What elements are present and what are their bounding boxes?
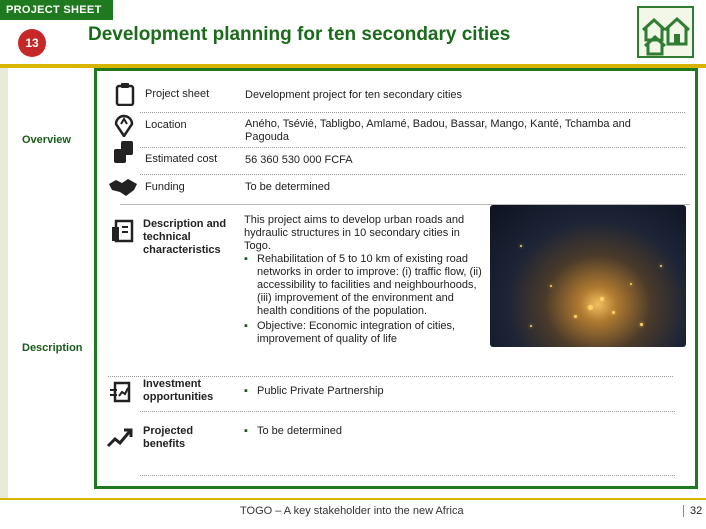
sheet-number-badge: 13 [18,29,46,57]
value-project-sheet: Development project for ten secondary ci… [245,89,463,101]
row-divider [108,376,673,377]
left-margin-strip [0,68,8,498]
value-funding: To be determined [245,181,330,193]
label-projected-benefits: Projected benefits [143,425,194,450]
row-divider [140,411,675,412]
page-number: 32 [683,505,702,517]
project-sheet-tag: PROJECT SHEET [0,0,113,20]
document-chart-icon [108,380,134,404]
investment-value: Public Private Partnership [244,385,384,398]
blueprint-icon [110,218,136,243]
label-description-technical: Description and technical characteristic… [143,218,227,256]
page-title: Development planning for ten secondary c… [88,24,511,45]
description-bullet: Objective: Economic integration of citie… [244,320,484,346]
section-label-overview: Overview [22,134,71,146]
value-estimated-cost: 56 360 530 000 FCFA [245,154,353,166]
handshake-icon [108,176,138,200]
label-funding: Funding [145,181,185,193]
benefits-value: To be determined [244,425,342,438]
benefits-bullet: To be determined [244,425,342,438]
coins-icon [112,140,136,164]
investment-bullet: Public Private Partnership [244,385,384,398]
label-location: Location [145,119,187,131]
value-location: Aného, Tsévié, Tabligbo, Amlamé, Badou, … [245,118,631,143]
description-intro: This project aims to develop urban roads… [244,214,465,252]
section-label-description: Description [22,342,83,354]
row-divider [140,475,675,476]
label-investment: Investment opportunities [143,378,214,403]
city-night-aerial-photo [490,205,686,347]
label-estimated-cost: Estimated cost [145,153,218,165]
location-pin-icon [112,113,136,139]
description-bullet: Rehabilitation of 5 to 10 km of existing… [244,253,484,318]
footer-tagline: TOGO – A key stakeholder into the new Af… [240,505,464,517]
row-divider [140,112,685,113]
footer-divider [0,498,706,500]
label-project-sheet: Project sheet [145,88,210,100]
description-content: This project aims to develop urban roads… [244,214,484,346]
growth-chart-icon [106,424,134,448]
houses-logo-icon [637,6,694,58]
row-divider [140,147,685,148]
row-divider [140,174,685,175]
clipboard-icon [113,82,137,107]
